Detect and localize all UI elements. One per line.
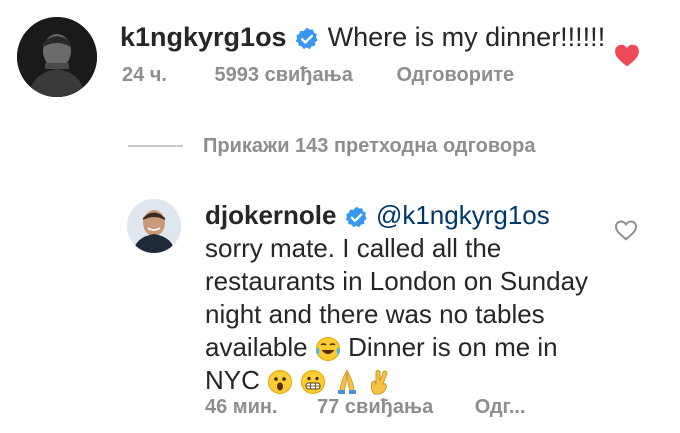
comment-2-username[interactable]: djokernole: [205, 200, 336, 230]
comment-1-reply-button[interactable]: Одговорите: [396, 64, 514, 87]
comment-1-time: 24 ч.: [122, 64, 167, 86]
comment-1-text-line: k1ngkyrg1os Where is my dinner!!!!!!: [120, 22, 605, 53]
astonished-face-emoji: [268, 370, 293, 395]
comment-2-meta: 46 мин. 77 свиђања Одг...: [205, 396, 526, 419]
grimacing-face-emoji: [301, 370, 326, 395]
comment-2-mention-link[interactable]: @k1ngkyrg1os: [376, 200, 550, 230]
verified-badge-icon: [345, 206, 367, 227]
view-previous-replies-button[interactable]: Прикажи 143 претходна одговора: [128, 131, 535, 161]
verified-badge-icon: [295, 27, 318, 49]
avatar[interactable]: [17, 17, 97, 97]
comment-1-likes[interactable]: 5993 свиђања: [215, 64, 353, 87]
tears-of-joy-emoji: [315, 337, 340, 362]
view-replies-divider: [128, 145, 183, 147]
avatar[interactable]: [127, 199, 181, 253]
comment-2-time: 46 мин.: [205, 396, 278, 418]
comment-2-text-block: djokernole @k1ngkyrg1os sorry mate. I ca…: [205, 199, 605, 397]
view-replies-label: Прикажи 143 претходна одговора: [203, 134, 536, 157]
comment-1-text: Where is my dinner!!!!!!: [327, 22, 606, 52]
comment-1-username[interactable]: k1ngkyrg1os: [120, 22, 287, 52]
heart-filled-icon[interactable]: [614, 43, 640, 67]
crossed-fingers-emoji: [370, 370, 388, 395]
heart-outline-icon[interactable]: [614, 219, 638, 241]
comment-2-likes[interactable]: 77 свиђања: [317, 396, 433, 419]
comment-1-meta: 24 ч. 5993 свиђања Одговорите: [122, 64, 514, 87]
folded-hands-emoji: [337, 369, 356, 395]
comment-2-reply-button[interactable]: Одг...: [475, 396, 526, 419]
